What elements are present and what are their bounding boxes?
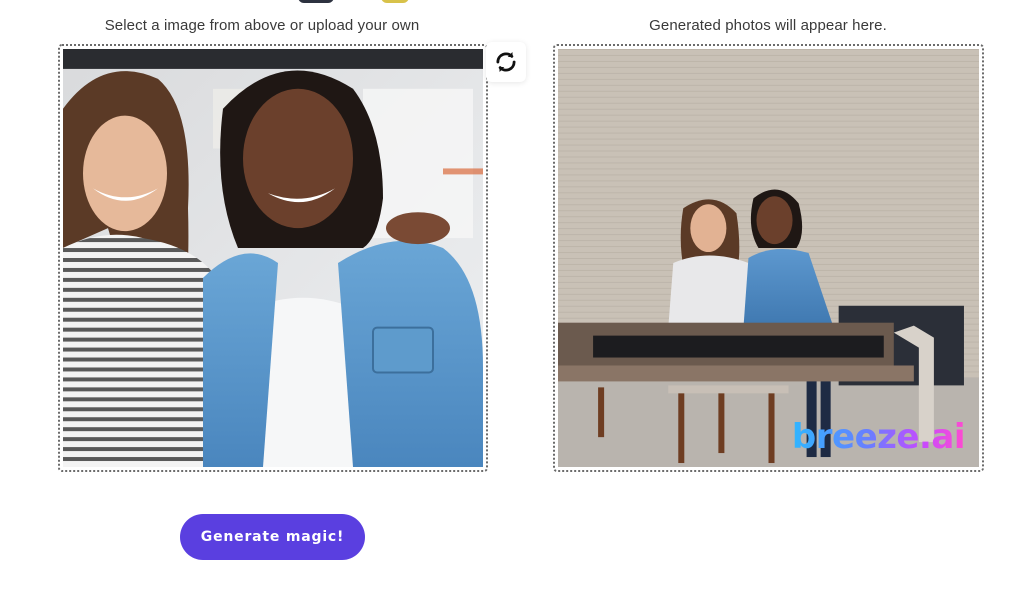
sample-thumbnail[interactable] <box>298 0 334 3</box>
source-photo <box>63 49 483 467</box>
refresh-icon <box>496 52 516 72</box>
breeze-watermark: breeze.ai <box>791 417 966 457</box>
result-caption: Generated photos will appear here. <box>649 17 887 34</box>
result-photo <box>558 49 979 467</box>
refresh-button[interactable] <box>486 42 526 82</box>
result-image-frame: breeze.ai <box>553 44 984 472</box>
sample-thumbnail[interactable] <box>381 0 409 3</box>
generate-button[interactable]: Generate magic! <box>180 514 365 560</box>
image-generator-page: Select a image from above or upload your… <box>0 0 1024 590</box>
source-caption: Select a image from above or upload your… <box>104 17 420 34</box>
source-image-frame[interactable] <box>58 44 488 472</box>
